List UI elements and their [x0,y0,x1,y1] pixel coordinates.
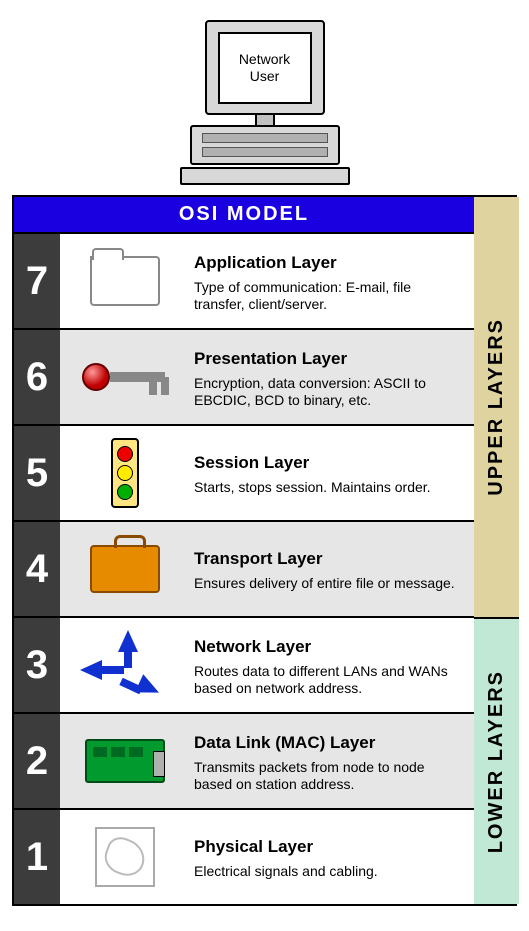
layers-column: OSI MODEL 7 Application Layer Type of co… [14,197,474,904]
cable-icon [95,827,155,887]
layer-desc: Starts, stops session. Maintains order. [194,479,464,497]
layer-name: Network Layer [194,637,464,657]
layer-desc: Encryption, data conversion: ASCII to EB… [194,375,464,410]
layer-number: 6 [14,330,60,424]
key-icon [82,363,169,391]
layer-desc: Ensures delivery of entire file or messa… [194,575,464,593]
layer-icon-cell [60,234,190,328]
keyboard-icon [180,167,350,185]
layer-row-1: 1 Physical Layer Electrical signals and … [14,808,474,904]
layer-number: 5 [14,426,60,520]
layer-name: Session Layer [194,453,464,473]
layer-number: 1 [14,810,60,904]
layer-icon-cell [60,810,190,904]
layer-desc: Type of communication: E-mail, file tran… [194,279,464,314]
layer-desc: Routes data to different LANs and WANs b… [194,663,464,698]
osi-model-diagram: OSI MODEL 7 Application Layer Type of co… [12,195,517,906]
layer-text: Physical Layer Electrical signals and ca… [190,810,474,904]
layer-icon-cell [60,522,190,616]
layer-icon-cell [60,714,190,808]
layer-number: 4 [14,522,60,616]
desktop-unit-icon [190,125,340,165]
diagram-title: OSI MODEL [14,197,474,232]
routing-arrows-icon [80,630,170,700]
layer-number: 2 [14,714,60,808]
layer-desc: Transmits packets from node to node base… [194,759,464,794]
layer-text: Transport Layer Ensures delivery of enti… [190,522,474,616]
layer-icon-cell [60,618,190,712]
layer-name: Presentation Layer [194,349,464,369]
lower-layers-label-box: LOWER LAYERS [474,619,519,904]
layer-row-7: 7 Application Layer Type of communicatio… [14,232,474,328]
layer-number: 7 [14,234,60,328]
layer-name: Data Link (MAC) Layer [194,733,464,753]
layer-name: Application Layer [194,253,464,273]
computer-illustration: NetworkUser [180,20,350,185]
upper-layers-label: UPPER LAYERS [485,318,508,496]
layer-row-2: 2 Data Link (MAC) Layer Transmits packet… [14,712,474,808]
layer-row-5: 5 Session Layer Starts, stops session. M… [14,424,474,520]
layer-text: Network Layer Routes data to different L… [190,618,474,712]
suitcase-icon [90,545,160,593]
layer-name: Physical Layer [194,837,464,857]
network-card-icon [85,739,165,783]
layer-desc: Electrical signals and cabling. [194,863,464,881]
layer-icon-cell [60,426,190,520]
layer-text: Presentation Layer Encryption, data conv… [190,330,474,424]
folder-icon [90,256,160,306]
traffic-light-icon [111,438,139,508]
layer-row-3: 3 Network Layer Routes data to different… [14,616,474,712]
monitor-neck [255,115,275,125]
lower-layers-label: LOWER LAYERS [485,670,508,853]
layer-icon-cell [60,330,190,424]
layer-number: 3 [14,618,60,712]
layer-name: Transport Layer [194,549,464,569]
upper-layers-label-box: UPPER LAYERS [474,197,519,619]
computer-screen-label: NetworkUser [218,32,312,104]
layer-group-column: UPPER LAYERS LOWER LAYERS [474,197,519,904]
layer-text: Application Layer Type of communication:… [190,234,474,328]
layer-row-6: 6 Presentation Layer Encryption, data co… [14,328,474,424]
layer-row-4: 4 Transport Layer Ensures delivery of en… [14,520,474,616]
layer-text: Session Layer Starts, stops session. Mai… [190,426,474,520]
network-user-computer: NetworkUser [0,0,529,195]
layer-text: Data Link (MAC) Layer Transmits packets … [190,714,474,808]
monitor-icon: NetworkUser [205,20,325,115]
